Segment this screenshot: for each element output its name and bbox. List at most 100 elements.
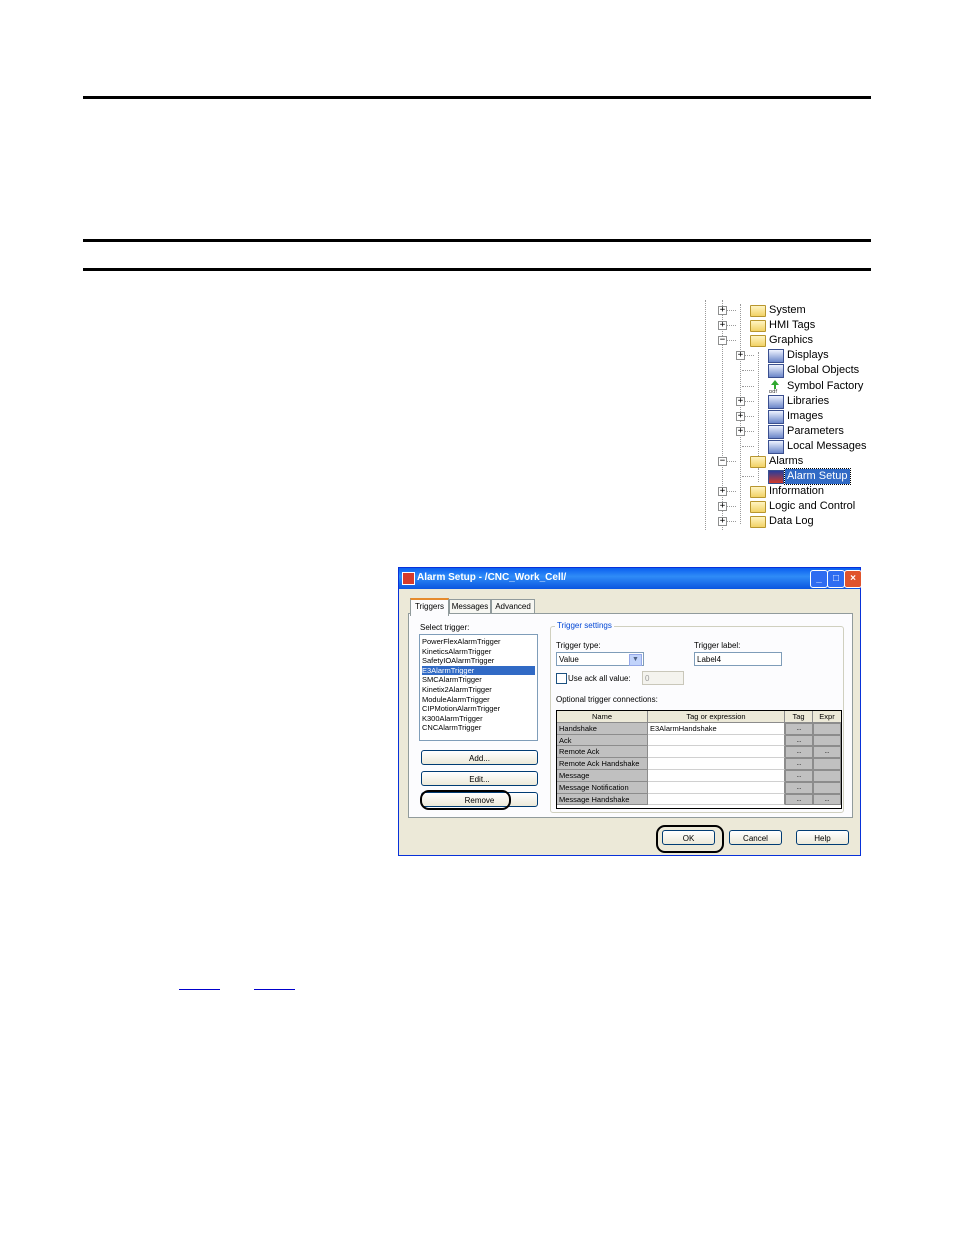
tree-item[interactable]: − Alarms bbox=[700, 454, 870, 469]
list-item[interactable]: ModuleAlarmTrigger bbox=[422, 695, 535, 705]
tag-browse-button[interactable]: ... bbox=[785, 722, 813, 735]
open-folder-icon bbox=[750, 335, 766, 348]
collapse-icon[interactable]: − bbox=[718, 336, 727, 346]
close-button[interactable]: × bbox=[844, 570, 862, 588]
minimize-button[interactable]: _ bbox=[810, 570, 828, 588]
triggers-tab-panel: Select trigger: PowerFlexAlarmTrigger Kin… bbox=[408, 613, 853, 818]
tree-item[interactable]: + Logic and Control bbox=[700, 499, 870, 514]
tag-browse-button[interactable]: ... bbox=[785, 793, 813, 806]
tree-item[interactable]: Local Messages bbox=[700, 439, 870, 454]
use-ack-all-checkbox[interactable] bbox=[556, 673, 567, 684]
tree-connector bbox=[742, 370, 754, 372]
trigger-type-value: Value bbox=[559, 655, 579, 664]
tag-browse-button[interactable]: ... bbox=[785, 734, 813, 747]
tree-item[interactable]: + HMI Tags bbox=[700, 318, 870, 333]
expand-icon[interactable]: + bbox=[718, 502, 727, 512]
dialog-titlebar[interactable]: Alarm Setup - /CNC_Work_Cell/ _ □ × bbox=[399, 568, 862, 589]
tag-browse-button[interactable]: ... bbox=[785, 758, 813, 770]
expand-icon[interactable]: + bbox=[736, 351, 745, 361]
list-item[interactable]: PowerFlexAlarmTrigger bbox=[422, 637, 535, 647]
tag-browse-button[interactable]: ... bbox=[785, 781, 813, 794]
tag-browse-button[interactable]: ... bbox=[785, 746, 813, 759]
expression-button[interactable]: ... bbox=[813, 746, 841, 759]
expand-icon[interactable]: + bbox=[718, 321, 727, 331]
tab-messages[interactable]: Messages bbox=[449, 599, 491, 614]
tab-advanced[interactable]: Advanced bbox=[491, 599, 535, 614]
tree-item-label: Symbol Factory bbox=[787, 379, 864, 392]
list-item[interactable]: KineticsAlarmTrigger bbox=[422, 647, 535, 657]
images-icon bbox=[768, 409, 784, 424]
tag-expression-cell[interactable] bbox=[648, 793, 785, 806]
row-name-cell: Ack bbox=[557, 734, 648, 747]
tree-item[interactable]: pdf Symbol Factory bbox=[700, 379, 870, 395]
tab-triggers[interactable]: Triggers bbox=[410, 598, 449, 616]
row-name-cell: Message Handshake bbox=[557, 793, 648, 806]
cancel-button[interactable]: Cancel bbox=[729, 830, 782, 845]
tree-item[interactable]: + Information bbox=[700, 484, 870, 499]
expand-icon[interactable]: + bbox=[736, 426, 745, 436]
tree-item-label: Logic and Control bbox=[769, 500, 856, 513]
expand-icon[interactable]: + bbox=[718, 306, 727, 315]
row-name-cell: Remote Ack bbox=[557, 746, 648, 759]
tree-item-label: Images bbox=[787, 409, 824, 422]
maximize-button[interactable]: □ bbox=[827, 570, 845, 588]
help-button[interactable]: Help bbox=[796, 830, 849, 845]
tree-item-label: Information bbox=[769, 485, 825, 498]
add-button[interactable]: Add... bbox=[421, 750, 538, 765]
local-messages-icon bbox=[768, 439, 784, 454]
list-item[interactable]: K300AlarmTrigger bbox=[422, 714, 535, 724]
tree-item[interactable]: + Data Log bbox=[700, 514, 870, 529]
tag-expression-cell[interactable] bbox=[648, 758, 785, 770]
tree-item-label: Alarm Setup bbox=[784, 468, 851, 486]
link-underline[interactable] bbox=[254, 989, 295, 990]
ack-all-value-input[interactable]: 0 bbox=[642, 671, 684, 685]
tag-expression-cell[interactable] bbox=[648, 770, 785, 782]
tree-item[interactable]: Alarm Setup bbox=[700, 468, 870, 486]
collapse-icon[interactable]: − bbox=[718, 457, 727, 466]
list-item[interactable]: Kinetix2AlarmTrigger bbox=[422, 685, 535, 695]
expression-button[interactable] bbox=[813, 770, 841, 782]
edit-button[interactable]: Edit... bbox=[421, 771, 538, 786]
list-item[interactable]: CIPMotionAlarmTrigger bbox=[422, 704, 535, 714]
trigger-type-select[interactable]: Value ▼ bbox=[556, 652, 644, 666]
tree-item[interactable]: + System bbox=[700, 303, 870, 318]
chevron-down-icon[interactable]: ▼ bbox=[629, 654, 642, 666]
column-header-expr: Expr bbox=[813, 711, 841, 723]
tag-expression-cell[interactable] bbox=[648, 781, 785, 794]
section-rule-lower bbox=[83, 268, 871, 271]
expression-button[interactable] bbox=[813, 781, 841, 794]
tag-expression-cell[interactable]: E3AlarmHandshake bbox=[648, 722, 785, 735]
tree-item[interactable]: + Libraries bbox=[700, 394, 870, 409]
list-item[interactable]: E3AlarmTrigger bbox=[422, 665, 535, 676]
tree-item[interactable]: + Displays bbox=[700, 348, 870, 364]
tree-item[interactable]: + Parameters bbox=[700, 424, 870, 439]
tag-expression-cell[interactable] bbox=[648, 734, 785, 747]
top-rule bbox=[83, 96, 871, 99]
expand-icon[interactable]: + bbox=[736, 396, 745, 406]
tree-item-label: Alarms bbox=[769, 455, 804, 467]
expression-button[interactable] bbox=[813, 734, 841, 747]
expand-icon[interactable]: + bbox=[718, 487, 727, 497]
tree-connector bbox=[742, 476, 754, 478]
expression-button[interactable] bbox=[813, 758, 841, 770]
list-item[interactable]: SafetyIOAlarmTrigger bbox=[422, 656, 535, 666]
expand-icon[interactable]: + bbox=[736, 411, 745, 421]
list-item[interactable]: SMCAlarmTrigger bbox=[422, 675, 535, 685]
tree-item-label: System bbox=[769, 304, 806, 316]
tree-item[interactable]: Global Objects bbox=[700, 363, 870, 379]
link-underline[interactable] bbox=[179, 989, 220, 990]
tree-item[interactable]: − Graphics bbox=[700, 333, 870, 348]
tree-item-label: Global Objects bbox=[787, 364, 860, 377]
row-name-cell: Message bbox=[557, 770, 648, 782]
tag-browse-button[interactable]: ... bbox=[785, 770, 813, 782]
expand-icon[interactable]: + bbox=[718, 517, 727, 527]
tree-item[interactable]: + Images bbox=[700, 409, 870, 424]
trigger-list[interactable]: PowerFlexAlarmTrigger KineticsAlarmTrigge… bbox=[419, 634, 538, 741]
tag-expression-cell[interactable] bbox=[648, 746, 785, 759]
expression-button[interactable] bbox=[813, 722, 841, 735]
expression-button[interactable]: ... bbox=[813, 793, 841, 806]
folder-icon bbox=[750, 501, 766, 514]
list-item[interactable]: CNCAlarmTrigger bbox=[422, 723, 535, 733]
dialog-title: Alarm Setup - /CNC_Work_Cell/ bbox=[417, 572, 567, 583]
trigger-label-input[interactable]: Label4 bbox=[694, 652, 782, 666]
